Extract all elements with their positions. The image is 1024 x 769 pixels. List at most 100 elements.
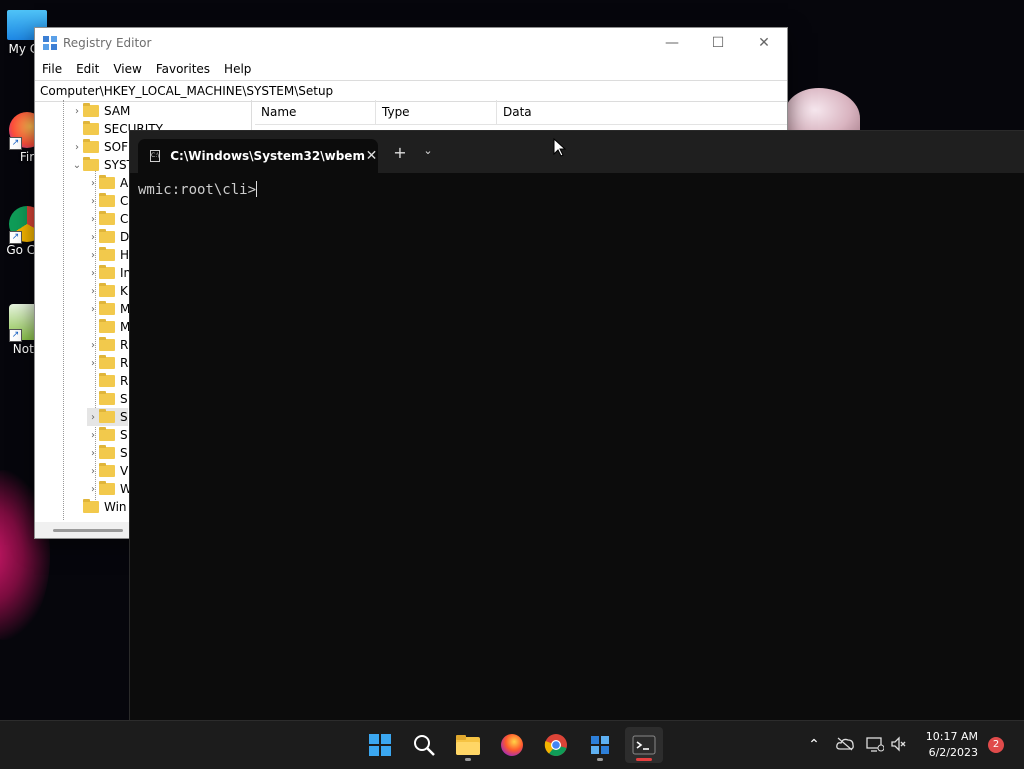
- address-bar[interactable]: Computer\HKEY_LOCAL_MACHINE\SYSTEM\Setup: [35, 80, 787, 102]
- tree-item-label: Win: [104, 500, 127, 514]
- folder-icon: [99, 427, 115, 441]
- close-tab-icon[interactable]: ✕: [365, 148, 378, 164]
- tree-item[interactable]: › D: [87, 228, 129, 246]
- minimize-button[interactable]: —: [649, 28, 695, 58]
- running-indicator: [465, 758, 471, 761]
- chevron-down-icon[interactable]: ⌄: [71, 160, 83, 171]
- shortcut-arrow-icon: ↗: [9, 329, 22, 342]
- folder-icon: [99, 391, 115, 405]
- chevron-right-icon[interactable]: ›: [87, 232, 99, 243]
- start-button[interactable]: [361, 727, 399, 763]
- onedrive-icon[interactable]: [836, 737, 854, 754]
- chevron-right-icon[interactable]: ›: [87, 196, 99, 207]
- menu-file[interactable]: File: [35, 62, 69, 76]
- taskbar-firefox[interactable]: [493, 727, 531, 763]
- taskbar-terminal[interactable]: [625, 727, 663, 763]
- column-name[interactable]: Name: [255, 100, 376, 124]
- tree-item[interactable]: › M: [87, 300, 130, 318]
- chevron-right-icon[interactable]: ›: [87, 448, 99, 459]
- title-bar[interactable]: Registry Editor — ☐ ✕: [35, 28, 787, 58]
- tree-item[interactable]: › In: [87, 264, 131, 282]
- terminal-window[interactable]: C:\ C:\Windows\System32\wbem ✕ + ⌄ wmic:…: [129, 130, 1024, 722]
- menu-favorites[interactable]: Favorites: [149, 62, 217, 76]
- new-tab-button[interactable]: +: [390, 143, 410, 162]
- running-indicator: [597, 758, 603, 761]
- taskbar-chrome[interactable]: [537, 727, 575, 763]
- chevron-right-icon[interactable]: ›: [87, 178, 99, 189]
- folder-icon: [99, 193, 115, 207]
- tree-item[interactable]: › R: [87, 336, 128, 354]
- tree-item[interactable]: › C: [87, 192, 128, 210]
- tree-item[interactable]: › SOF: [71, 138, 128, 156]
- firefox-icon: [501, 734, 523, 756]
- tree-item[interactable]: › C: [87, 210, 128, 228]
- terminal-output[interactable]: wmic:root\cli>: [138, 181, 258, 198]
- chevron-down-icon[interactable]: ⌄: [420, 144, 436, 157]
- tree-item[interactable]: › S: [87, 426, 128, 444]
- menu-help[interactable]: Help: [217, 62, 258, 76]
- tree-item[interactable]: › W: [87, 480, 132, 498]
- folder-icon: [99, 355, 115, 369]
- search-button[interactable]: [405, 727, 443, 763]
- tree-item[interactable]: › A: [87, 174, 128, 192]
- taskbar-registry-editor[interactable]: [581, 727, 619, 763]
- chevron-right-icon[interactable]: ›: [71, 142, 83, 153]
- tree-item-label: S: [120, 428, 128, 442]
- tree-item[interactable]: › V: [87, 462, 128, 480]
- taskbar-file-explorer[interactable]: [449, 727, 487, 763]
- folder-icon: [83, 499, 99, 513]
- chevron-right-icon[interactable]: ›: [71, 106, 83, 117]
- tree-item-label: D: [120, 230, 130, 244]
- chevron-right-icon[interactable]: ›: [87, 466, 99, 477]
- chevron-right-icon[interactable]: ›: [87, 214, 99, 225]
- tree-item-label: SAM: [104, 104, 131, 118]
- tree-item[interactable]: › K: [87, 282, 128, 300]
- folder-icon: [99, 463, 115, 477]
- chrome-icon: [544, 734, 567, 756]
- clock[interactable]: 10:17 AM 6/2/2023: [926, 729, 978, 761]
- tree-item[interactable]: M: [87, 318, 130, 336]
- close-button[interactable]: ✕: [741, 28, 787, 58]
- column-type[interactable]: Type: [376, 100, 497, 124]
- command-prompt: wmic:root\cli>: [138, 182, 257, 198]
- tab-wbem[interactable]: C:\ C:\Windows\System32\wbem ✕: [138, 139, 378, 173]
- chevron-right-icon[interactable]: ›: [87, 340, 99, 351]
- taskbar: ⌃ 10:17 AM 6/2/2023 2: [0, 720, 1024, 769]
- column-data[interactable]: Data: [497, 100, 787, 124]
- chevron-right-icon[interactable]: ›: [87, 484, 99, 495]
- menu-edit[interactable]: Edit: [69, 62, 106, 76]
- tree-item[interactable]: › S: [87, 444, 128, 462]
- chevron-up-icon[interactable]: ⌃: [804, 737, 824, 753]
- tree-item-label: C: [120, 194, 129, 208]
- tree-item[interactable]: R: [87, 372, 128, 390]
- chevron-right-icon[interactable]: ›: [87, 286, 99, 297]
- folder-icon: [99, 319, 115, 333]
- tree-item[interactable]: › S: [87, 408, 128, 426]
- folder-icon: [99, 247, 115, 261]
- chevron-right-icon[interactable]: ›: [87, 268, 99, 279]
- maximize-button[interactable]: ☐: [695, 28, 741, 58]
- tree-item[interactable]: S: [87, 390, 128, 408]
- tree-item[interactable]: ⌄ SYST: [71, 156, 134, 174]
- tree-item[interactable]: › H: [87, 246, 129, 264]
- folder-icon: [83, 121, 99, 135]
- network-icon[interactable]: [866, 736, 885, 755]
- tree-item[interactable]: › SAM: [71, 102, 130, 120]
- chevron-right-icon[interactable]: ›: [87, 250, 99, 261]
- volume-muted-icon[interactable]: [890, 735, 908, 755]
- tree-item[interactable]: Win: [71, 498, 127, 516]
- chevron-right-icon[interactable]: ›: [87, 358, 99, 369]
- folder-icon: [99, 373, 115, 387]
- tree-item-label: K: [120, 284, 128, 298]
- chevron-right-icon[interactable]: ›: [87, 430, 99, 441]
- tree-item-label: R: [120, 374, 129, 388]
- notification-badge[interactable]: 2: [988, 737, 1004, 753]
- folder-icon: [99, 283, 115, 297]
- chevron-right-icon[interactable]: ›: [87, 304, 99, 315]
- menu-view[interactable]: View: [106, 62, 148, 76]
- folder-icon: [83, 103, 99, 117]
- chevron-right-icon[interactable]: ›: [87, 412, 99, 423]
- tree-item[interactable]: › R: [87, 354, 128, 372]
- tab-strip: C:\ C:\Windows\System32\wbem ✕ + ⌄: [130, 131, 1024, 173]
- folder-icon: [83, 139, 99, 153]
